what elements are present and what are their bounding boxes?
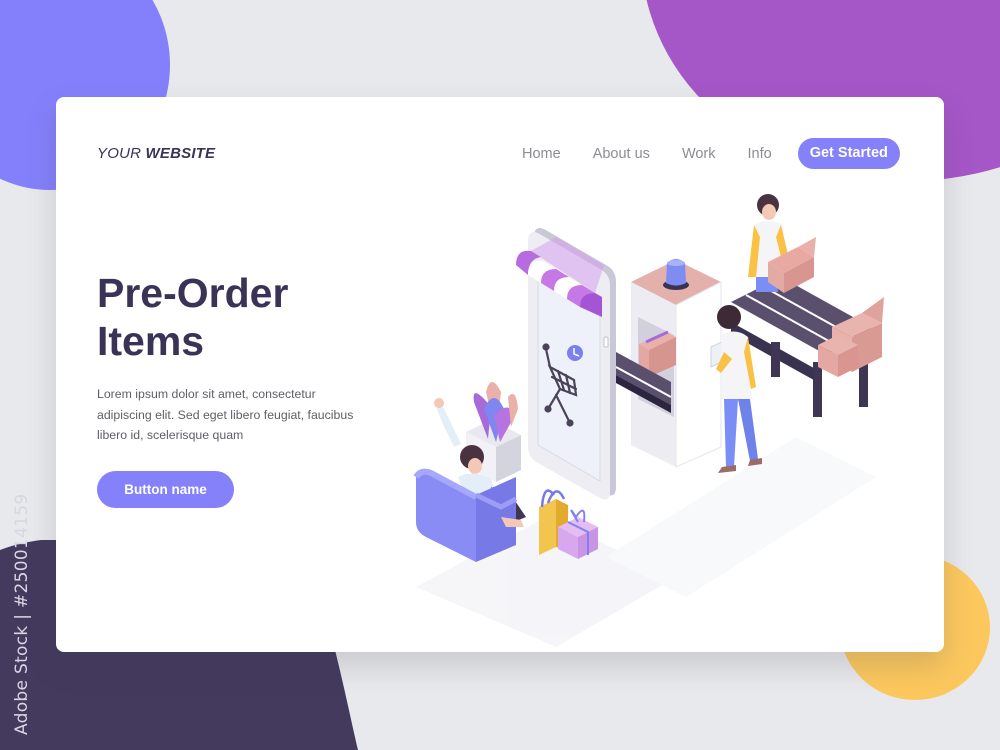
beacon-light-icon xyxy=(663,259,689,290)
hero-title: Pre-Order Items xyxy=(97,270,289,364)
worker-carrying-box xyxy=(748,194,816,293)
hero-cta-button[interactable]: Button name xyxy=(97,471,234,508)
site-logo[interactable]: YOUR WEBSITE xyxy=(97,145,215,162)
packaging-station xyxy=(631,259,722,468)
nav-link-home[interactable]: Home xyxy=(522,146,561,162)
phone-side-button xyxy=(603,336,609,348)
stock-watermark: Adobe Stock | #250014159 xyxy=(12,493,32,735)
hero-illustration xyxy=(413,194,884,647)
get-started-button[interactable]: Get Started xyxy=(797,138,900,169)
logo-text-bold: WEBSITE xyxy=(145,145,216,162)
nav-link-work[interactable]: Work xyxy=(682,146,716,162)
shopping-app-phone xyxy=(516,228,616,500)
landing-page-card: YOUR WEBSITE Home About us Work Info Get… xyxy=(56,97,944,652)
hero-description: Lorem ipsum dolor sit amet, consectetur … xyxy=(97,387,354,442)
clock-icon xyxy=(567,345,583,361)
logo-text-light: YOUR xyxy=(97,145,142,162)
main-nav: Home About us Work Info Get Started xyxy=(522,138,900,169)
nav-link-info[interactable]: Info xyxy=(748,146,772,162)
nav-link-about-us[interactable]: About us xyxy=(593,146,650,162)
